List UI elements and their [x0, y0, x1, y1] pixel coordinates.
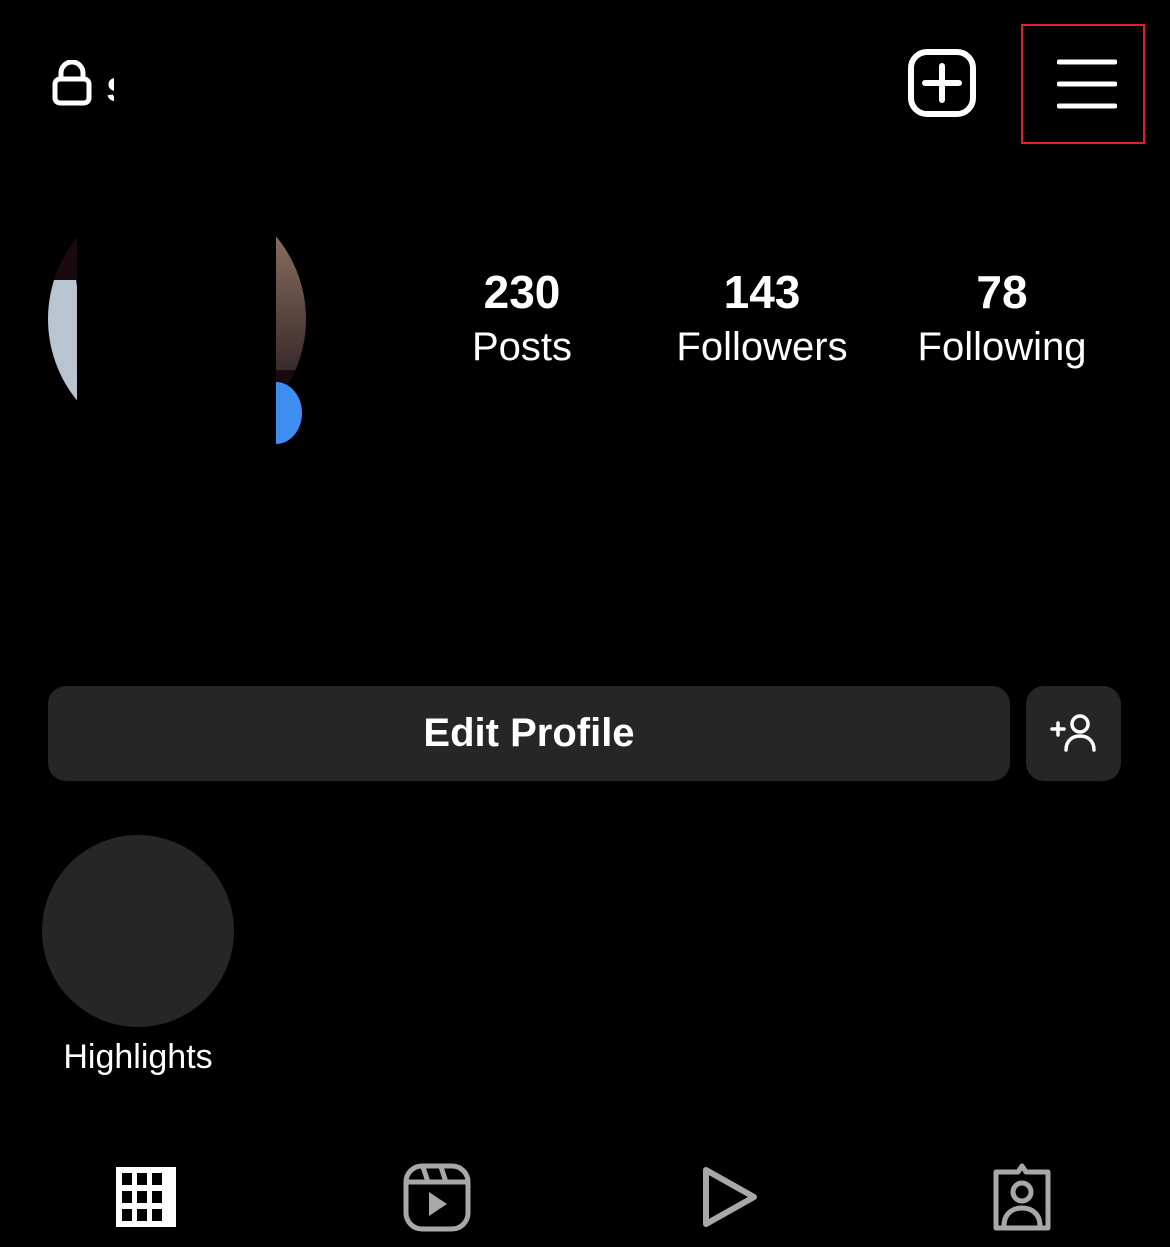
hamburger-menu-icon — [1057, 59, 1117, 109]
menu-button[interactable] — [1021, 24, 1145, 144]
grid-icon — [116, 1167, 176, 1227]
reels-icon — [403, 1163, 471, 1232]
followers-label: Followers — [676, 325, 848, 369]
tagged-icon — [993, 1163, 1051, 1231]
redaction — [77, 190, 276, 450]
plus-square-icon — [908, 49, 976, 117]
tab-grid[interactable] — [106, 1162, 186, 1232]
lock-icon — [52, 59, 92, 111]
discover-people-button[interactable] — [1026, 686, 1121, 781]
new-highlight-button[interactable] — [42, 835, 234, 1027]
highlights-label: Highlights — [63, 1038, 213, 1076]
play-icon — [703, 1167, 757, 1227]
following-count: 78 — [976, 266, 1028, 318]
stat-followers[interactable]: 143 Followers — [652, 265, 872, 375]
tab-play[interactable] — [688, 1162, 768, 1232]
username[interactable]: s — [106, 62, 114, 112]
add-person-icon — [1050, 714, 1096, 752]
new-post-button[interactable] — [908, 49, 976, 122]
tab-reels[interactable] — [397, 1162, 477, 1232]
tab-tagged[interactable] — [982, 1162, 1062, 1232]
stat-following[interactable]: 78 Following — [892, 265, 1112, 375]
posts-count: 230 — [483, 266, 561, 318]
edit-profile-button[interactable]: Edit Profile — [48, 686, 1010, 781]
posts-label: Posts — [471, 325, 573, 369]
following-label: Following — [917, 325, 1087, 369]
followers-count: 143 — [723, 266, 801, 318]
stat-posts[interactable]: 230 Posts — [412, 265, 632, 375]
